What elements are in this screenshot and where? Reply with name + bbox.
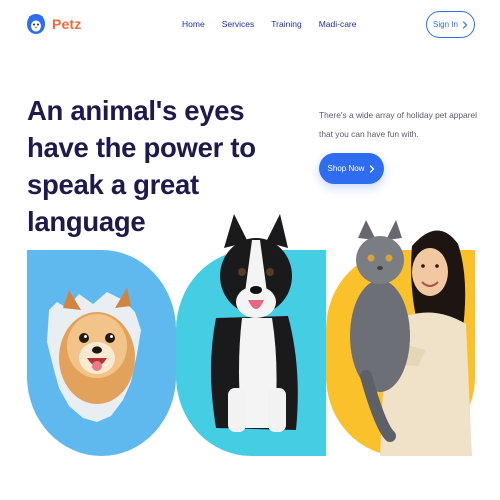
gallery-card-pomeranian — [27, 250, 176, 456]
main-nav: Home Services Training Madi-care — [182, 19, 356, 29]
chevron-right-icon — [462, 20, 468, 29]
site-header: Petz Home Services Training Madi-care Si… — [0, 0, 500, 50]
sign-in-label: Sign In — [433, 20, 458, 29]
woman-holding-cat-photo — [350, 220, 472, 456]
brand-logo[interactable]: Petz — [26, 12, 82, 36]
shop-now-button[interactable]: Shop Now — [319, 153, 384, 184]
sign-in-button[interactable]: Sign In — [426, 11, 475, 38]
border-collie-dog-photo — [211, 214, 298, 432]
nav-services[interactable]: Services — [222, 19, 255, 29]
shop-now-label: Shop Now — [327, 164, 365, 173]
pet-logo-icon — [27, 14, 45, 34]
nav-home[interactable]: Home — [182, 19, 205, 29]
chevron-right-icon — [370, 164, 375, 173]
brand-name: Petz — [52, 16, 82, 32]
pomeranian-dog-photo — [47, 288, 141, 422]
nav-madi-care[interactable]: Madi-care — [319, 19, 357, 29]
nav-training[interactable]: Training — [271, 19, 301, 29]
hero-subtitle: There's a wide array of holiday pet appa… — [319, 110, 478, 139]
